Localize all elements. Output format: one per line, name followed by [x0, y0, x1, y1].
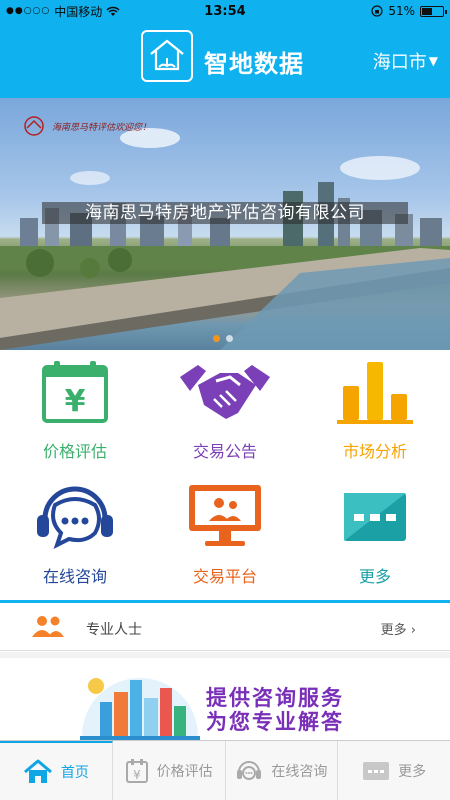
city-illustration-image	[80, 678, 200, 740]
caret-down-icon: ▼	[428, 54, 438, 68]
tab-home[interactable]: 首页	[0, 741, 113, 800]
headset-chat-icon	[30, 481, 120, 553]
app-title: 智地数据	[204, 50, 304, 78]
tab-more[interactable]: 更多	[338, 741, 450, 800]
grid-item-market-analysis[interactable]: 市场分析	[300, 350, 450, 470]
banner-caption: 海南思马特房地产评估咨询有限公司	[42, 202, 408, 224]
professionals-label: 专业人士	[86, 622, 142, 638]
status-bar: ●●○○○ 中国移动 13:54 51%	[0, 0, 450, 22]
promo-line-1: 提供咨询服务	[206, 686, 344, 710]
monitor-people-icon	[180, 481, 270, 553]
grid-item-trade-platform[interactable]: 交易平台	[150, 475, 300, 595]
grid-label: 市场分析	[342, 442, 407, 461]
svg-text:¥: ¥	[65, 384, 86, 419]
headset-icon	[237, 760, 262, 780]
feature-grid: ¥ 价格评估 交易公告 市场分析 在线咨询 交易平台 更多	[0, 350, 450, 600]
house-book-icon	[150, 39, 184, 71]
promo-line-2: 为您专业解答	[206, 710, 344, 734]
banner-logo-text: 海南思马特评估欢迎您！	[52, 122, 152, 133]
consult-promo-banner[interactable]: 提供咨询服务 为您专业解答	[0, 658, 450, 740]
tab-label: 更多	[398, 763, 427, 780]
more-label: 更多	[380, 623, 407, 638]
grid-item-online-consult[interactable]: 在线咨询	[0, 475, 150, 595]
company-seal-icon	[24, 116, 44, 136]
city-label: 海口市	[372, 52, 427, 73]
pager-dot[interactable]	[213, 335, 220, 342]
tab-label: 在线咨询	[271, 763, 328, 780]
chevron-right-icon: ›	[406, 623, 416, 638]
more-icon	[363, 761, 390, 780]
professionals-more-link[interactable]: 更多 ›	[381, 619, 416, 638]
pager-dot[interactable]	[226, 335, 233, 342]
grid-item-more[interactable]: 更多	[300, 475, 450, 595]
grid-item-trade-notice[interactable]: 交易公告	[150, 350, 300, 470]
calendar-icon: ¥	[125, 758, 148, 783]
banner-carousel[interactable]: 海南思马特评估欢迎您！ 海南思马特房地产评估咨询有限公司	[0, 98, 450, 350]
grid-item-price-evaluation[interactable]: ¥ 价格评估	[0, 350, 150, 470]
professionals-row[interactable]: 专业人士 更多 ›	[0, 603, 450, 651]
handshake-icon	[180, 356, 270, 428]
tab-label: 首页	[60, 764, 89, 781]
bar-chart-icon	[330, 356, 420, 428]
app-logo	[141, 30, 193, 82]
more-dots-icon	[330, 481, 420, 553]
battery-icon	[420, 5, 447, 17]
carousel-pager	[213, 335, 233, 342]
grid-label: 在线咨询	[42, 567, 107, 586]
price-calendar-icon: ¥	[30, 356, 120, 428]
home-icon	[23, 759, 52, 783]
grid-label: 交易公告	[192, 442, 257, 461]
tab-price-evaluation[interactable]: ¥ 价格评估	[113, 741, 226, 800]
people-icon	[32, 616, 64, 637]
grid-label: 更多	[358, 567, 391, 586]
tab-label: 价格评估	[156, 763, 213, 780]
grid-label: 交易平台	[192, 567, 257, 586]
app-header: 智地数据 海口市 ▼	[0, 22, 450, 98]
grid-label: 价格评估	[42, 442, 107, 461]
svg-text:¥: ¥	[133, 768, 141, 782]
banner-logo: 海南思马特评估欢迎您！	[22, 116, 151, 136]
city-selector[interactable]: 海口市 ▼	[373, 48, 438, 74]
status-time: 13:54	[204, 3, 246, 19]
bottom-tab-bar: 首页 ¥ 价格评估 在线咨询 更多	[0, 740, 450, 800]
tab-online-consult[interactable]: 在线咨询	[226, 741, 339, 800]
promo-text: 提供咨询服务 为您专业解答	[206, 686, 344, 734]
